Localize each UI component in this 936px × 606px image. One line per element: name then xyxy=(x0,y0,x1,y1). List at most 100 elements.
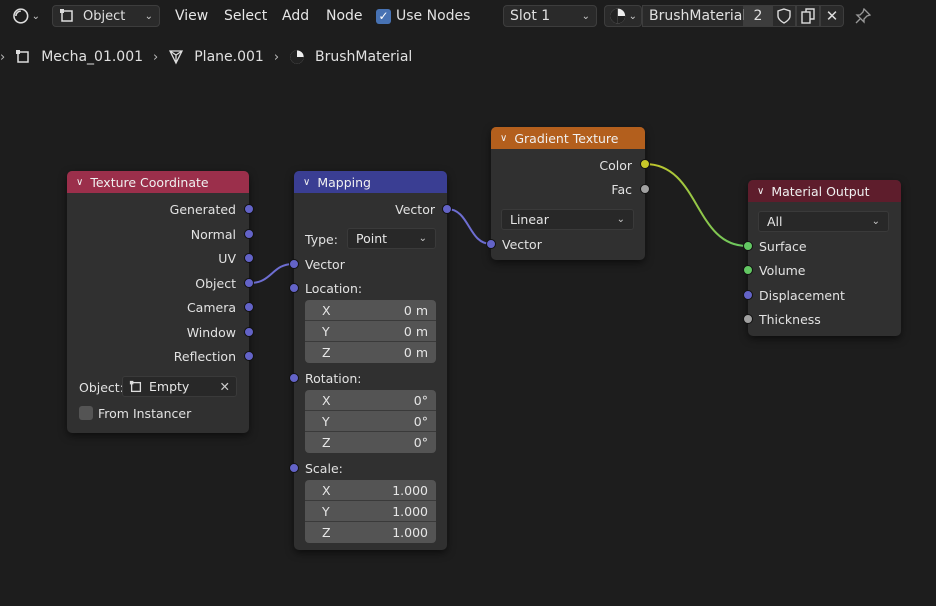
output-window: Window xyxy=(186,324,236,340)
axis-label: Z xyxy=(322,435,331,450)
node-title: Texture Coordinate xyxy=(90,174,209,190)
socket-generated[interactable] xyxy=(244,204,254,214)
field-value: 0 m xyxy=(403,323,428,339)
rotation-fields: X 0° Y 0° Z 0° xyxy=(305,390,436,453)
axis-label: X xyxy=(322,302,331,318)
output-vector: Vector xyxy=(395,201,435,217)
object-picker[interactable]: Empty ✕ xyxy=(122,376,237,397)
axis-label: Y xyxy=(322,503,330,519)
output-object: Object xyxy=(195,275,236,291)
socket-input-vector[interactable] xyxy=(486,239,496,249)
checkbox-unchecked-icon xyxy=(79,406,93,420)
socket-input-vector[interactable] xyxy=(289,259,299,269)
collapse-arrow-icon[interactable]: ∨ xyxy=(76,177,83,188)
socket-camera[interactable] xyxy=(244,302,254,312)
input-thickness: Thickness xyxy=(759,311,821,327)
socket-reflection[interactable] xyxy=(244,351,254,361)
link-object-to-vector[interactable] xyxy=(249,263,294,284)
scale-x-field[interactable]: X 1.000 xyxy=(305,480,436,501)
input-surface: Surface xyxy=(759,238,807,254)
node-header[interactable]: ∨ Material Output xyxy=(748,180,901,202)
chevron-down-icon: ⌄ xyxy=(616,214,625,225)
field-value: 0 m xyxy=(403,345,428,360)
output-uv: UV xyxy=(218,250,236,266)
node-header[interactable]: ∨ Gradient Texture xyxy=(491,127,645,149)
socket-window[interactable] xyxy=(244,327,254,337)
link-mapping-to-gradient[interactable] xyxy=(446,208,492,245)
field-value: 0° xyxy=(413,413,428,429)
collapse-arrow-icon[interactable]: ∨ xyxy=(757,186,764,197)
render-target-dropdown[interactable]: All ⌄ xyxy=(758,211,889,232)
gradient-type-value: Linear xyxy=(510,212,549,227)
location-fields: X 0 m Y 0 m Z 0 m xyxy=(305,300,436,363)
material-output-node[interactable]: ∨ Material Output All ⌄ Surface Volume D… xyxy=(743,180,901,336)
rotation-y-field[interactable]: Y 0° xyxy=(305,411,436,432)
type-label: Type: xyxy=(305,231,338,247)
socket-rotation[interactable] xyxy=(289,373,299,383)
type-value: Point xyxy=(356,231,388,246)
axis-label: X xyxy=(322,392,331,408)
chevron-down-icon: ⌄ xyxy=(418,233,427,244)
from-instancer-checkbox[interactable]: From Instancer xyxy=(79,403,191,423)
clear-icon[interactable]: ✕ xyxy=(220,379,230,394)
socket-normal[interactable] xyxy=(244,229,254,239)
collapse-arrow-icon[interactable]: ∨ xyxy=(303,177,310,188)
object-field-label: Object: xyxy=(79,379,124,395)
render-target-value: All xyxy=(767,214,783,229)
gradient-type-dropdown[interactable]: Linear ⌄ xyxy=(501,209,634,230)
gradient-texture-node[interactable]: ∨ Gradient Texture Color Fac Linear ⌄ Ve… xyxy=(486,127,650,260)
socket-thickness[interactable] xyxy=(743,314,753,324)
socket-object[interactable] xyxy=(244,278,254,288)
field-value: 1.000 xyxy=(392,525,428,540)
location-x-field[interactable]: X 0 m xyxy=(305,300,436,321)
socket-surface[interactable] xyxy=(743,241,753,251)
scale-label: Scale: xyxy=(305,460,343,476)
output-normal: Normal xyxy=(190,226,236,242)
rotation-x-field[interactable]: X 0° xyxy=(305,390,436,411)
scale-y-field[interactable]: Y 1.000 xyxy=(305,501,436,522)
location-z-field[interactable]: Z 0 m xyxy=(305,342,436,363)
socket-displacement[interactable] xyxy=(743,290,753,300)
axis-label: Y xyxy=(322,323,330,339)
axis-label: Y xyxy=(322,413,330,429)
scale-z-field[interactable]: Z 1.000 xyxy=(305,522,436,543)
chevron-down-icon: ⌄ xyxy=(871,216,880,227)
scale-fields: X 1.000 Y 1.000 Z 1.000 xyxy=(305,480,436,543)
axis-label: X xyxy=(322,482,331,498)
field-value: 0° xyxy=(413,392,428,408)
socket-scale[interactable] xyxy=(289,463,299,473)
socket-uv[interactable] xyxy=(244,253,254,263)
output-reflection: Reflection xyxy=(173,348,236,364)
socket-volume[interactable] xyxy=(743,265,753,275)
socket-output-vector[interactable] xyxy=(442,204,452,214)
type-dropdown[interactable]: Point ⌄ xyxy=(347,228,436,249)
node-title: Gradient Texture xyxy=(514,130,619,146)
socket-fac[interactable] xyxy=(640,184,650,194)
mapping-node[interactable]: ∨ Mapping Vector Type: Point ⌄ Vector Lo… xyxy=(289,171,452,550)
output-generated: Generated xyxy=(169,201,236,217)
object-value: Empty xyxy=(149,379,190,394)
link-color-to-surface[interactable] xyxy=(644,163,748,247)
node-title: Material Output xyxy=(771,183,870,199)
socket-color[interactable] xyxy=(640,159,650,169)
texture-coordinate-node[interactable]: ∨ Texture Coordinate Generated Normal UV… xyxy=(67,171,254,433)
rotation-label: Rotation: xyxy=(305,370,362,386)
location-label: Location: xyxy=(305,280,363,296)
from-instancer-label: From Instancer xyxy=(98,405,192,421)
input-vector-label: Vector xyxy=(305,256,345,272)
axis-label: Z xyxy=(322,345,331,360)
node-header[interactable]: ∨ Mapping xyxy=(294,171,447,193)
input-displacement: Displacement xyxy=(759,287,845,303)
input-vector-label: Vector xyxy=(502,236,542,252)
field-value: 0° xyxy=(413,435,428,450)
field-value: 1.000 xyxy=(392,482,428,498)
socket-location[interactable] xyxy=(289,283,299,293)
collapse-arrow-icon[interactable]: ∨ xyxy=(500,133,507,144)
location-y-field[interactable]: Y 0 m xyxy=(305,321,436,342)
rotation-z-field[interactable]: Z 0° xyxy=(305,432,436,453)
input-volume: Volume xyxy=(759,262,806,278)
node-title: Mapping xyxy=(317,174,371,190)
output-color: Color xyxy=(599,157,632,173)
output-fac: Fac xyxy=(611,181,632,197)
node-header[interactable]: ∨ Texture Coordinate xyxy=(67,171,249,193)
